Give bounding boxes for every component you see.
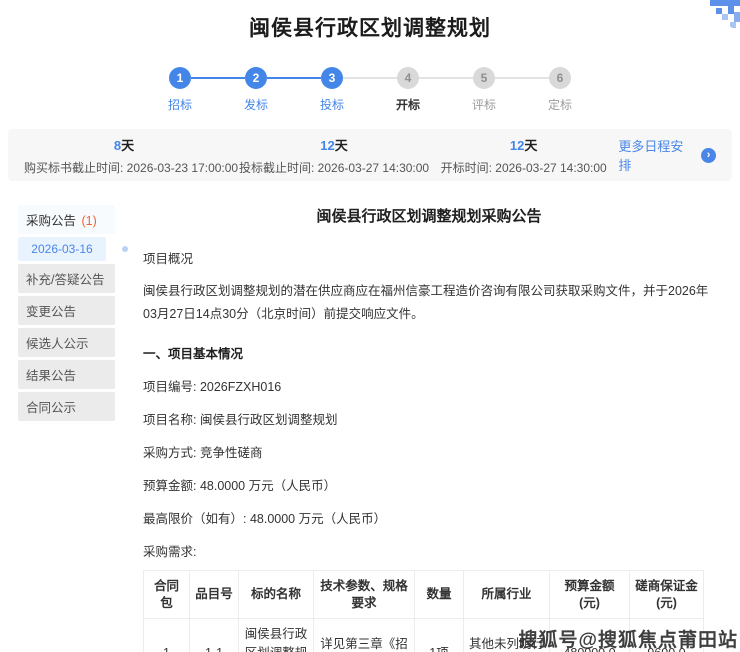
step-bidding: 1 招标: [142, 67, 218, 113]
announcement-sidebar: 采购公告 (1) 2026-03-16 补充/答疑公告 变更公告 候选人公示 结…: [18, 205, 115, 424]
sohu-watermark: 搜狐号@搜狐焦点莆田站: [518, 625, 738, 652]
sidebar-item-result-announcement[interactable]: 结果公告: [18, 360, 115, 389]
schedule-purchase-deadline: 8天 购买标书截止时间: 2026-03-23 17:00:00: [24, 135, 224, 176]
step-1-label: 招标: [168, 96, 192, 113]
sidebar-item-candidate-publicity[interactable]: 候选人公示: [18, 328, 115, 357]
cell-subject-name: 闽侯县行政区划调整规划: [239, 619, 314, 652]
step-3-circle: 3: [321, 67, 343, 89]
field-project-number: 项目编号: 2026FZXH016: [143, 376, 715, 395]
procurement-announcement-page: 闽侯县行政区划调整规划 1 招标 2 发标 3 投标 4 开标 5 评标 6 定…: [0, 0, 740, 652]
field-max-price: 最高限价（如有）: 48.0000 万元（人民币）: [143, 508, 715, 527]
overview-paragraph: 闽侯县行政区划调整规划的潜在供应商应在福州信豪工程造价咨询有限公司获取采购文件，…: [143, 280, 715, 326]
step-submit: 3 投标: [294, 67, 370, 113]
field-procurement-demand: 采购需求:: [143, 541, 715, 560]
sidebar-item-label: 变更公告: [26, 305, 76, 319]
progress-stepper: 1 招标 2 发标 3 投标 4 开标 5 评标 6 定标: [0, 67, 740, 113]
active-date-dot-icon: [122, 246, 128, 252]
step-3-label: 投标: [320, 96, 344, 113]
col-quantity: 数量: [415, 571, 464, 619]
step-6-label: 定标: [548, 96, 572, 113]
more-schedule-link[interactable]: 更多日程安排 ›: [618, 136, 716, 174]
arrow-right-icon: ›: [701, 148, 716, 163]
announcement-title: 闽侯县行政区划调整规划采购公告: [143, 205, 715, 226]
overview-heading: 项目概况: [143, 248, 715, 267]
step-6-circle: 6: [549, 67, 571, 89]
sidebar-date-label: 2026-03-16: [31, 242, 92, 256]
deadline-text: 投标截止时间: 2026-03-27 14:30:00: [239, 159, 429, 176]
sidebar-item-procurement-announcement[interactable]: 采购公告 (1): [18, 205, 115, 234]
step-5-label: 评标: [472, 96, 496, 113]
cell-quantity: 1项: [415, 619, 464, 652]
col-tech-specs: 技术参数、规格要求: [314, 571, 415, 619]
cell-item-number: 1-1: [190, 619, 239, 652]
section-heading-basic-info: 一、项目基本情况: [143, 343, 715, 362]
more-schedule-label: 更多日程安排: [618, 136, 696, 174]
deadline-text: 购买标书截止时间: 2026-03-23 17:00:00: [24, 159, 224, 176]
col-industry: 所属行业: [464, 571, 550, 619]
field-procurement-method: 采购方式: 竞争性磋商: [143, 442, 715, 461]
sidebar-date-item[interactable]: 2026-03-16: [18, 237, 106, 261]
step-issue: 2 发标: [218, 67, 294, 113]
sidebar-item-label: 候选人公示: [26, 337, 89, 351]
step-2-label: 发标: [244, 96, 268, 113]
cell-tech-specs: 详见第三章《招标内容及要求》: [314, 619, 415, 652]
col-contract-package: 合同包: [144, 571, 190, 619]
step-award: 6 定标: [522, 67, 598, 113]
sidebar-item-supplement-qa[interactable]: 补充/答疑公告: [18, 264, 115, 293]
sidebar-item-label: 合同公示: [26, 401, 76, 415]
step-1-circle: 1: [169, 67, 191, 89]
schedule-opening-time: 12天 开标时间: 2026-03-27 14:30:00: [429, 135, 618, 176]
field-budget-amount: 预算金额: 48.0000 万元（人民币）: [143, 475, 715, 494]
step-4-label: 开标: [396, 96, 420, 113]
sidebar-item-label: 补充/答疑公告: [26, 273, 104, 287]
step-opening: 4 开标: [370, 67, 446, 113]
sidebar-item-label: 采购公告: [26, 214, 76, 228]
step-5-circle: 5: [473, 67, 495, 89]
step-2-circle: 2: [245, 67, 267, 89]
cell-contract-package: 1: [144, 619, 190, 652]
days-remaining: 8天: [24, 135, 224, 154]
col-deposit: 磋商保证金 (元): [630, 571, 704, 619]
col-budget: 预算金额 (元): [550, 571, 630, 619]
step-evaluation: 5 评标: [446, 67, 522, 113]
col-subject-name: 标的名称: [239, 571, 314, 619]
page-title: 闽侯县行政区划调整规划: [0, 0, 740, 42]
schedule-bid-deadline: 12天 投标截止时间: 2026-03-27 14:30:00: [239, 135, 429, 176]
schedule-bar: 8天 购买标书截止时间: 2026-03-23 17:00:00 12天 投标截…: [8, 129, 732, 181]
qr-code-corner-logo: [696, 0, 740, 34]
announcement-count-badge: (1): [82, 214, 97, 228]
field-project-name: 项目名称: 闽侯县行政区划调整规划: [143, 409, 715, 428]
announcement-body: 闽侯县行政区划调整规划采购公告 项目概况 闽侯县行政区划调整规划的潜在供应商应在…: [143, 205, 715, 652]
sidebar-item-contract-publicity[interactable]: 合同公示: [18, 392, 115, 421]
sidebar-item-change-announcement[interactable]: 变更公告: [18, 296, 115, 325]
step-4-circle: 4: [397, 67, 419, 89]
days-remaining: 12天: [239, 135, 429, 154]
table-header-row: 合同包 品目号 标的名称 技术参数、规格要求 数量 所属行业 预算金额 (元) …: [144, 571, 704, 619]
sidebar-item-label: 结果公告: [26, 369, 76, 383]
days-remaining: 12天: [429, 135, 618, 154]
deadline-text: 开标时间: 2026-03-27 14:30:00: [429, 159, 618, 176]
col-item-number: 品目号: [190, 571, 239, 619]
